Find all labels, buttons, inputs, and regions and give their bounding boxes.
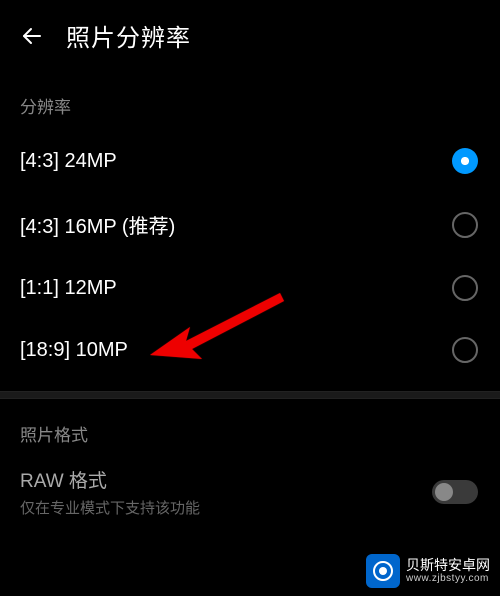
resolution-option-4-3-24mp[interactable]: [4:3] 24MP bbox=[0, 130, 500, 192]
option-label: [18:9] 10MP bbox=[20, 339, 128, 362]
resolution-option-4-3-16mp[interactable]: [4:3] 16MP (推荐) bbox=[0, 192, 500, 257]
format-section-label: 照片格式 bbox=[0, 399, 500, 456]
option-label: [1:1] 12MP bbox=[20, 277, 117, 300]
watermark-text: 贝斯特安卓网 www.zjbstyy.com bbox=[406, 558, 490, 584]
radio-selected-icon bbox=[452, 148, 478, 174]
resolution-option-1-1-12mp[interactable]: [1:1] 12MP bbox=[0, 257, 500, 319]
option-label: [4:3] 24MP bbox=[20, 150, 117, 173]
raw-format-text: RAW 格式 仅在专业模式下支持该功能 bbox=[20, 466, 432, 518]
resolution-option-18-9-10mp[interactable]: [18:9] 10MP bbox=[0, 319, 500, 381]
raw-format-title: RAW 格式 bbox=[20, 466, 432, 493]
raw-format-toggle[interactable] bbox=[432, 480, 478, 504]
section-divider bbox=[0, 391, 500, 399]
option-label: [4:3] 16MP (推荐) bbox=[20, 210, 175, 239]
watermark: 贝斯特安卓网 www.zjbstyy.com bbox=[362, 552, 494, 590]
radio-unselected-icon bbox=[452, 337, 478, 363]
back-button[interactable] bbox=[18, 22, 46, 50]
watermark-url: www.zjbstyy.com bbox=[406, 573, 490, 584]
raw-format-subtitle: 仅在专业模式下支持该功能 bbox=[20, 497, 432, 518]
header: 照片分辨率 bbox=[0, 0, 500, 73]
watermark-logo-icon bbox=[366, 554, 400, 588]
resolution-section-label: 分辨率 bbox=[0, 73, 500, 130]
page-title: 照片分辨率 bbox=[66, 18, 191, 53]
raw-format-row: RAW 格式 仅在专业模式下支持该功能 bbox=[0, 456, 500, 528]
radio-unselected-icon bbox=[452, 275, 478, 301]
watermark-title: 贝斯特安卓网 bbox=[406, 558, 490, 573]
arrow-left-icon bbox=[20, 24, 44, 48]
radio-unselected-icon bbox=[452, 212, 478, 238]
